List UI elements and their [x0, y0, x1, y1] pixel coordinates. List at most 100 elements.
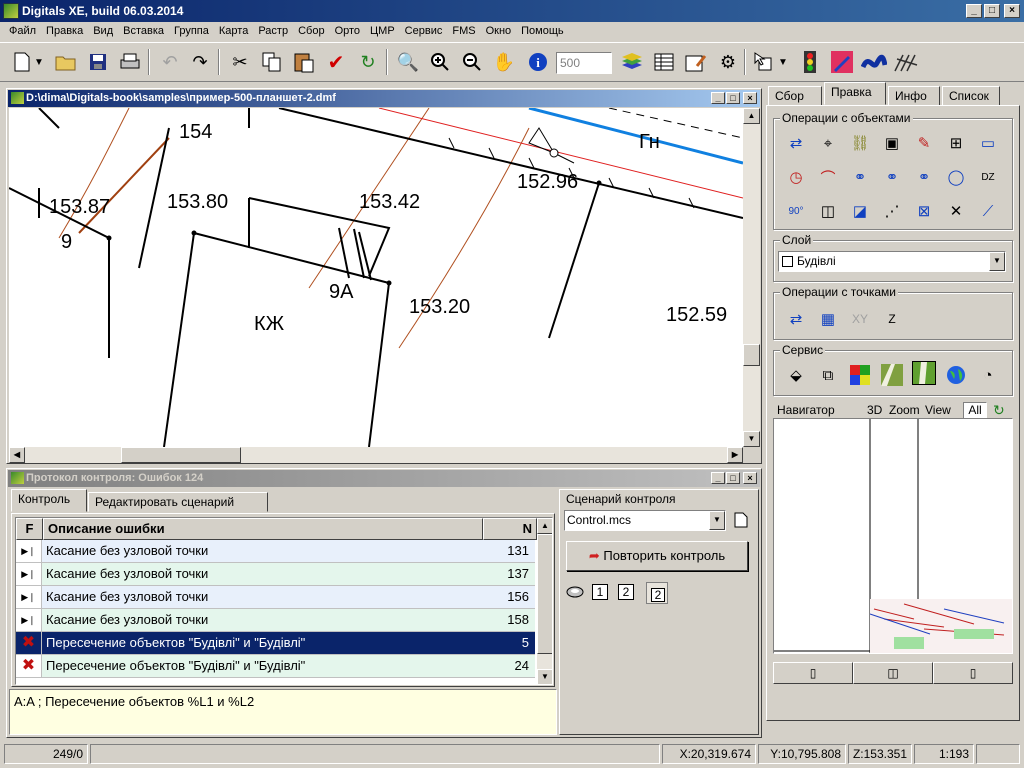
globe-icon[interactable] [944, 363, 968, 387]
table-row[interactable]: ✖ Пересечение объектов "Будівлі" и "Будів… [16, 632, 535, 655]
scroll-right-button[interactable]: ▶ [727, 447, 743, 463]
menu-item-13[interactable]: Помощь [516, 23, 569, 40]
open-folder-icon[interactable] [52, 48, 80, 76]
xy-button[interactable]: XY [848, 307, 872, 331]
option-1-button[interactable]: 1 [592, 584, 608, 600]
scroll-thumb[interactable] [743, 344, 760, 366]
traffic-light-icon[interactable] [796, 48, 824, 76]
check-icon[interactable]: ✔ [322, 48, 350, 76]
repeat-control-button[interactable]: ➦ Повторить контроль [566, 541, 748, 571]
layout-left-button[interactable]: ▯ [773, 662, 853, 684]
chevron-down-icon[interactable]: ▼ [989, 252, 1005, 271]
swap-arrows-icon[interactable]: ⇄ [784, 131, 808, 155]
rotate-90-icon[interactable]: 90° [784, 199, 808, 223]
object-props-icon[interactable]: ▣ [880, 131, 904, 155]
undo-icon[interactable]: ↶ [156, 48, 184, 76]
frame-icon[interactable]: ◫ [816, 199, 840, 223]
pencil-icon[interactable] [828, 48, 856, 76]
cube-icon[interactable]: ⬙ [784, 363, 808, 387]
option-stacked-button[interactable]: 2 [646, 582, 668, 604]
copy-icon[interactable] [258, 48, 286, 76]
column-header-description[interactable]: Описание ошибки [43, 518, 483, 540]
cut-icon[interactable]: ✂ [226, 48, 254, 76]
info-icon[interactable]: i [524, 48, 552, 76]
refresh-icon[interactable]: ↻ [354, 48, 382, 76]
navigator-zoom[interactable]: Zoom [889, 403, 920, 417]
ortho-selected-icon[interactable] [912, 361, 936, 385]
scroll-left-button[interactable]: ◀ [9, 447, 25, 463]
point-table-icon[interactable]: ▦ [816, 307, 840, 331]
menu-item-2[interactable]: Вид [88, 23, 118, 40]
table-scroll-thumb[interactable] [537, 534, 552, 654]
select-cursor-icon[interactable] [750, 48, 778, 76]
tab-info[interactable]: Инфо [888, 86, 940, 106]
scroll-up-button[interactable]: ▲ [743, 108, 760, 124]
scroll-down-button[interactable]: ▼ [743, 431, 760, 447]
dz-icon[interactable]: DZ [976, 165, 1000, 189]
navigator-3d[interactable]: 3D [867, 403, 882, 417]
hscroll-thumb[interactable] [121, 447, 241, 463]
menu-item-0[interactable]: Файл [4, 23, 41, 40]
table-row[interactable]: ▶❘ Касание без узловой точки 156 [16, 586, 535, 609]
line-icon[interactable]: ▭ [976, 131, 1000, 155]
node-edit-icon[interactable]: ⌖ [816, 131, 840, 155]
intersect-icon[interactable]: ⚭ [880, 165, 904, 189]
layers-icon[interactable] [618, 48, 646, 76]
scale-input[interactable]: 500 [556, 52, 612, 74]
add-node-icon[interactable]: ⊞ [944, 131, 968, 155]
map-maximize-button[interactable]: □ [726, 92, 740, 104]
ortho-image-icon[interactable] [880, 363, 904, 387]
zoom-window-icon[interactable]: 🔍 [394, 48, 422, 76]
option-2-button[interactable]: 2 [618, 584, 634, 600]
navigator-view[interactable]: View [925, 403, 951, 417]
hatch-icon[interactable]: ⋰ [880, 199, 904, 223]
layer-select[interactable]: Будівлі ▼ [778, 251, 1006, 272]
map-close-button[interactable]: × [743, 92, 757, 104]
table-row[interactable]: ▶❘ Касание без узловой точки 131 [16, 540, 535, 563]
close-button[interactable]: × [1004, 4, 1020, 18]
maximize-button[interactable]: □ [984, 4, 1000, 18]
print-icon[interactable] [116, 48, 144, 76]
paste-icon[interactable] [290, 48, 318, 76]
curve-icon[interactable] [860, 48, 888, 76]
snap-icon[interactable] [892, 48, 920, 76]
select-dropdown-icon[interactable]: ▼ [776, 48, 790, 76]
column-header-f[interactable]: F [16, 518, 43, 540]
stack-icon[interactable]: ⧉ [816, 363, 840, 387]
point-swap-icon[interactable]: ⇄ [784, 307, 808, 331]
menu-item-3[interactable]: Вставка [118, 23, 169, 40]
redo-icon[interactable]: ↷ [186, 48, 214, 76]
new-scenario-icon[interactable] [734, 512, 750, 530]
chain-icon[interactable]: ⛓ [848, 131, 872, 155]
map-horizontal-scrollbar[interactable]: ◀ ▶ [9, 447, 743, 463]
tab-control[interactable]: Контроль [11, 489, 87, 512]
column-header-n[interactable]: N [483, 518, 537, 540]
grid-cross-icon[interactable]: ⊠ [912, 199, 936, 223]
scenario-select[interactable]: Control.mcs ▼ [564, 510, 726, 531]
layout-right-button[interactable]: ▯ [933, 662, 1013, 684]
menu-item-1[interactable]: Правка [41, 23, 88, 40]
menu-item-8[interactable]: Орто [330, 23, 365, 40]
tab-edit-scenario[interactable]: Редактировать сценарий [88, 492, 268, 512]
minimize-button[interactable]: _ [966, 4, 982, 18]
new-dropdown-icon[interactable]: ▼ [32, 48, 46, 76]
table-row[interactable]: ▶❘ Касание без узловой точки 158 [16, 609, 535, 632]
corner-icon[interactable]: ◪ [848, 199, 872, 223]
menu-item-6[interactable]: Растр [253, 23, 293, 40]
cross-icon[interactable]: ✕ [944, 199, 968, 223]
map-vertical-scrollbar[interactable]: ▲ ▼ [743, 108, 760, 447]
menu-item-5[interactable]: Карта [214, 23, 253, 40]
table-row[interactable]: ▶❘ Касание без узловой точки 137 [16, 563, 535, 586]
table-scroll-up-button[interactable]: ▲ [537, 518, 552, 534]
zoom-in-icon[interactable] [426, 48, 454, 76]
table-scrollbar[interactable]: ▲ ▼ [537, 518, 552, 684]
table-icon[interactable] [650, 48, 678, 76]
menu-item-7[interactable]: Сбор [293, 23, 329, 40]
navigator-canvas[interactable] [773, 418, 1013, 654]
tab-sbor[interactable]: Сбор [768, 86, 822, 106]
protocol-maximize-button[interactable]: □ [726, 472, 740, 484]
tab-list[interactable]: Список [942, 86, 1000, 106]
settings-icon[interactable]: ⚙ [714, 48, 742, 76]
pan-hand-icon[interactable]: ✋ [490, 48, 518, 76]
gauge-icon[interactable]: ◔ [976, 363, 1000, 387]
